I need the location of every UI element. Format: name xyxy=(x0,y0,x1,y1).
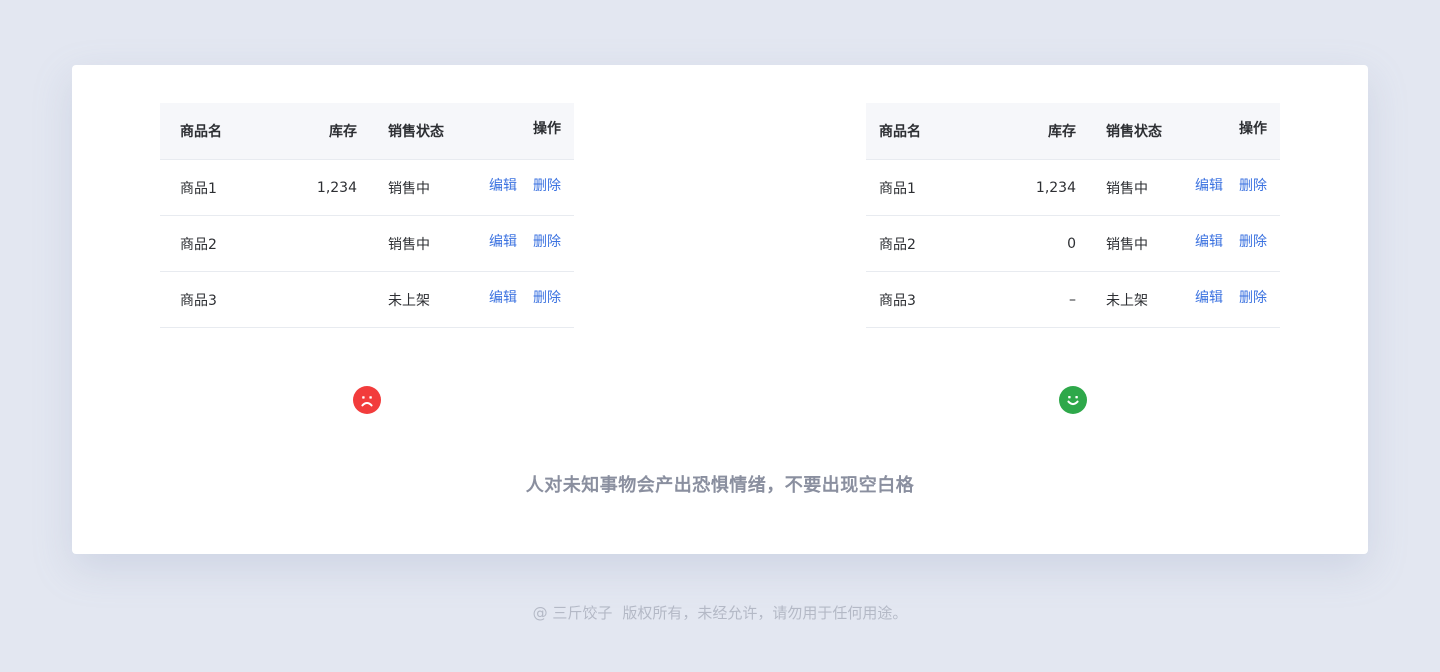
comparison-card: 商品名 库存 销售状态 操作 商品1 1,234 销售中 编辑 删除 商品2 销… xyxy=(72,65,1368,554)
cell-status: 销售中 xyxy=(388,180,430,197)
cell-ops: 编辑 删除 xyxy=(1177,234,1280,254)
product-table-bad: 商品名 库存 销售状态 操作 商品1 1,234 销售中 编辑 删除 商品2 销… xyxy=(160,103,574,328)
delete-link[interactable]: 删除 xyxy=(1239,231,1267,251)
edit-link[interactable]: 编辑 xyxy=(1195,175,1223,195)
delete-link[interactable]: 删除 xyxy=(533,231,561,251)
edit-link[interactable]: 编辑 xyxy=(489,175,517,195)
cell-status: 未上架 xyxy=(388,292,430,309)
cell-stock-placeholder: – xyxy=(1069,291,1076,308)
cell-ops: 编辑 删除 xyxy=(470,178,574,198)
footer-notice: 版权所有，未经允许，请勿用于任何用途。 xyxy=(622,604,908,622)
cell-status: 销售中 xyxy=(1106,180,1148,197)
cell-ops: 编辑 删除 xyxy=(470,290,574,310)
cell-status: 销售中 xyxy=(1106,236,1148,253)
cell-status: 销售中 xyxy=(388,236,430,253)
copyright-footer: @ 三斤饺子 版权所有，未经允许，请勿用于任何用途。 xyxy=(0,602,1440,623)
edit-link[interactable]: 编辑 xyxy=(489,231,517,251)
caption-text: 人对未知事物会产出恐惧情绪，不要出现空白格 xyxy=(525,475,915,496)
header-ops: 操作 xyxy=(1239,121,1267,137)
table-header: 商品名 库存 销售状态 操作 xyxy=(866,103,1280,160)
edit-link[interactable]: 编辑 xyxy=(1195,231,1223,251)
cell-stock: 1,234 xyxy=(1035,179,1076,196)
cell-name: 商品3 xyxy=(879,292,916,309)
delete-link[interactable]: 删除 xyxy=(1239,175,1267,195)
cell-name: 商品2 xyxy=(180,236,217,253)
cell-ops: 编辑 删除 xyxy=(470,234,574,254)
cell-name: 商品1 xyxy=(180,180,217,197)
edit-link[interactable]: 编辑 xyxy=(489,287,517,307)
table-row: 商品1 1,234 销售中 编辑 删除 xyxy=(866,160,1280,216)
delete-link[interactable]: 删除 xyxy=(533,175,561,195)
footer-author: @ 三斤饺子 xyxy=(532,604,613,622)
product-table-good: 商品名 库存 销售状态 操作 商品1 1,234 销售中 编辑 删除 商品2 0… xyxy=(866,103,1280,328)
happy-face-icon xyxy=(1059,386,1087,414)
header-ops: 操作 xyxy=(533,121,561,137)
cell-name: 商品3 xyxy=(180,292,217,309)
table-row: 商品1 1,234 销售中 编辑 删除 xyxy=(160,160,574,216)
cell-stock: 0 xyxy=(1067,235,1076,252)
sad-face-icon xyxy=(353,386,381,414)
header-name: 商品名 xyxy=(180,124,222,140)
edit-link[interactable]: 编辑 xyxy=(1195,287,1223,307)
cell-stock: 1,234 xyxy=(316,179,357,196)
header-stock: 库存 xyxy=(329,124,357,140)
header-status: 销售状态 xyxy=(388,124,444,140)
header-status: 销售状态 xyxy=(1106,124,1162,140)
cell-name: 商品2 xyxy=(879,236,916,253)
delete-link[interactable]: 删除 xyxy=(533,287,561,307)
cell-status: 未上架 xyxy=(1106,292,1148,309)
table-header: 商品名 库存 销售状态 操作 xyxy=(160,103,574,160)
delete-link[interactable]: 删除 xyxy=(1239,287,1267,307)
table-row: 商品3 未上架 编辑 删除 xyxy=(160,272,574,328)
table-row: 商品2 0 销售中 编辑 删除 xyxy=(866,216,1280,272)
cell-ops: 编辑 删除 xyxy=(1177,290,1280,310)
table-row: 商品3 – 未上架 编辑 删除 xyxy=(866,272,1280,328)
cell-name: 商品1 xyxy=(879,180,916,197)
cell-ops: 编辑 删除 xyxy=(1177,178,1280,198)
header-name: 商品名 xyxy=(879,124,921,140)
header-stock: 库存 xyxy=(1048,124,1076,140)
table-row: 商品2 销售中 编辑 删除 xyxy=(160,216,574,272)
